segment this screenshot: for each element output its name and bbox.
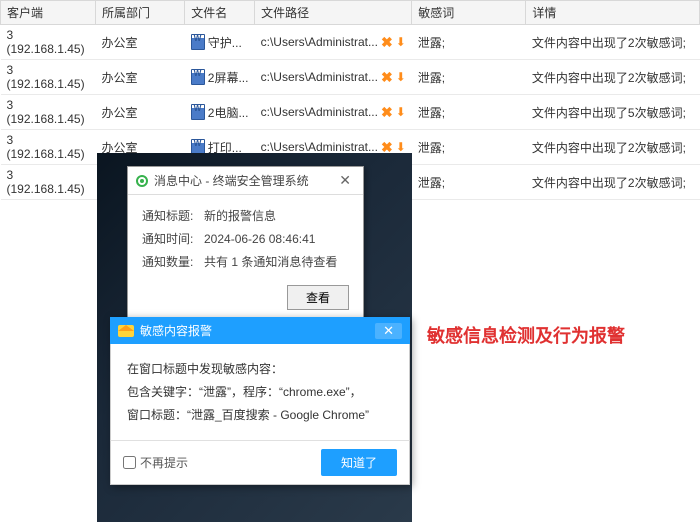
cell-client: 3 (192.168.1.45) bbox=[1, 130, 96, 165]
no-remind-checkbox[interactable]: 不再提示 bbox=[123, 454, 188, 471]
download-icon[interactable]: ⬇ bbox=[396, 70, 406, 84]
table-row[interactable]: 3 (192.168.1.45)办公室守护...c:\Users\Adminis… bbox=[1, 25, 700, 60]
cell-dept: 办公室 bbox=[95, 95, 184, 130]
cell-fpath: c:\Users\Administrat...✖⬇ bbox=[255, 60, 412, 95]
cell-sens: 泄露; bbox=[412, 95, 526, 130]
cell-fname: 2屏幕... bbox=[185, 60, 255, 95]
delete-icon[interactable]: ✖ bbox=[381, 34, 393, 51]
no-remind-input[interactable] bbox=[123, 456, 136, 469]
cell-fname: 2电脑... bbox=[185, 95, 255, 130]
download-icon[interactable]: ⬇ bbox=[396, 140, 406, 154]
cell-dept: 办公室 bbox=[95, 25, 184, 60]
cell-client: 3 (192.168.1.45) bbox=[1, 60, 96, 95]
th-dept[interactable]: 所属部门 bbox=[95, 1, 184, 25]
cell-sens: 泄露; bbox=[412, 25, 526, 60]
word-doc-icon bbox=[191, 69, 205, 85]
ok-button[interactable]: 知道了 bbox=[321, 449, 397, 476]
cell-detail: 文件内容中出现了2次敏感词; bbox=[526, 60, 700, 95]
cell-client: 3 (192.168.1.45) bbox=[1, 165, 96, 200]
th-client[interactable]: 客户端 bbox=[1, 1, 96, 25]
cell-sens: 泄露; bbox=[412, 60, 526, 95]
notif-label-title: 通知标题: bbox=[142, 205, 204, 228]
download-icon[interactable]: ⬇ bbox=[396, 35, 406, 49]
notif-value-title: 新的报警信息 bbox=[204, 205, 276, 228]
cell-fpath: c:\Users\Administrat...✖⬇ bbox=[255, 25, 412, 60]
table-row[interactable]: 3 (192.168.1.45)办公室2电脑...c:\Users\Admini… bbox=[1, 95, 700, 130]
mail-alert-icon bbox=[118, 325, 134, 337]
delete-icon[interactable]: ✖ bbox=[381, 104, 393, 121]
alert-line-1: 在窗口标题中发现敏感内容： bbox=[127, 358, 393, 381]
close-icon[interactable]: ✕ bbox=[375, 323, 402, 339]
cell-detail: 文件内容中出现了2次敏感词; bbox=[526, 25, 700, 60]
cell-sens: 泄露; bbox=[412, 130, 526, 165]
cell-detail: 文件内容中出现了5次敏感词; bbox=[526, 95, 700, 130]
cell-fname: 守护... bbox=[185, 25, 255, 60]
notif-value-time: 2024-06-26 08:46:41 bbox=[204, 228, 315, 251]
notification-title: 消息中心 - 终端安全管理系统 bbox=[154, 172, 335, 189]
delete-icon[interactable]: ✖ bbox=[381, 69, 393, 86]
notification-dialog: 消息中心 - 终端安全管理系统 ✕ 通知标题:新的报警信息 通知时间:2024-… bbox=[127, 166, 364, 321]
notif-label-time: 通知时间: bbox=[142, 228, 204, 251]
caption-text: 敏感信息检测及行为报警 bbox=[427, 322, 625, 348]
view-button[interactable]: 查看 bbox=[287, 285, 349, 310]
th-detail[interactable]: 详情 bbox=[526, 1, 700, 25]
close-icon[interactable]: ✕ bbox=[335, 172, 355, 189]
th-fname[interactable]: 文件名 bbox=[185, 1, 255, 25]
alert-line-3: 窗口标题：“泄露_百度搜索 - Google Chrome” bbox=[127, 404, 393, 427]
th-fpath[interactable]: 文件路径 bbox=[255, 1, 412, 25]
notif-label-count: 通知数量: bbox=[142, 251, 204, 274]
cell-client: 3 (192.168.1.45) bbox=[1, 95, 96, 130]
alert-dialog: 敏感内容报警 ✕ 在窗口标题中发现敏感内容： 包含关键字：“泄露”，程序：“ch… bbox=[110, 317, 410, 485]
cell-detail: 文件内容中出现了2次敏感词; bbox=[526, 165, 700, 200]
cell-detail: 文件内容中出现了2次敏感词; bbox=[526, 130, 700, 165]
no-remind-label: 不再提示 bbox=[140, 454, 188, 471]
th-sens[interactable]: 敏感词 bbox=[412, 1, 526, 25]
cell-sens: 泄露; bbox=[412, 165, 526, 200]
word-doc-icon bbox=[191, 34, 205, 50]
cell-client: 3 (192.168.1.45) bbox=[1, 25, 96, 60]
alert-title: 敏感内容报警 bbox=[140, 322, 375, 339]
cell-dept: 办公室 bbox=[95, 60, 184, 95]
alert-line-2: 包含关键字：“泄露”，程序：“chrome.exe”， bbox=[127, 381, 393, 404]
word-doc-icon bbox=[191, 104, 205, 120]
notif-value-count: 共有 1 条通知消息待查看 bbox=[204, 251, 337, 274]
notification-icon bbox=[136, 175, 148, 187]
download-icon[interactable]: ⬇ bbox=[396, 105, 406, 119]
table-row[interactable]: 3 (192.168.1.45)办公室2屏幕...c:\Users\Admini… bbox=[1, 60, 700, 95]
cell-fpath: c:\Users\Administrat...✖⬇ bbox=[255, 95, 412, 130]
